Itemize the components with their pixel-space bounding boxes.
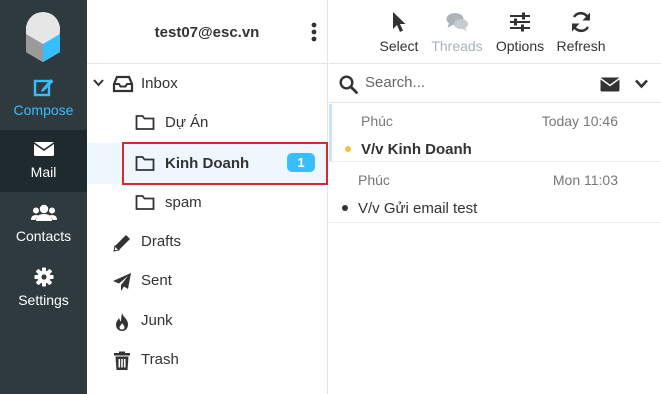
compose-icon: [33, 79, 53, 97]
search-icon[interactable]: [339, 75, 358, 94]
folder-sent[interactable]: Sent: [87, 261, 327, 300]
folder-label: Dự Án: [165, 114, 209, 131]
nav-mail[interactable]: Mail: [0, 130, 87, 192]
nav-mail-label: Mail: [30, 164, 57, 180]
chevron-down-icon[interactable]: [93, 77, 104, 88]
folder-label: Sent: [141, 272, 172, 289]
gear-icon: [34, 267, 53, 287]
nav-compose[interactable]: Compose: [0, 68, 87, 130]
folder-inbox[interactable]: Inbox: [87, 64, 327, 103]
folder-icon: [135, 115, 155, 130]
message-sender: Phúc: [358, 172, 390, 188]
message-date: Mon 11:03: [552, 172, 618, 188]
folder-panel-header: test07@esc.vn: [87, 0, 327, 64]
folder-panel: test07@esc.vn Inbox Dự Án Kinh Doanh 1 s…: [87, 0, 328, 394]
options-label: Options: [495, 38, 545, 54]
app-nav: Compose Mail Contacts Settings: [0, 0, 87, 394]
inbox-icon: [112, 75, 134, 93]
nav-settings[interactable]: Settings: [0, 258, 87, 320]
account-email: test07@esc.vn: [154, 24, 260, 41]
chat-bubbles-icon: [446, 13, 468, 32]
threads-button[interactable]: Threads: [429, 0, 485, 64]
folder-label: Inbox: [141, 75, 178, 92]
envelope-filter-icon[interactable]: [600, 77, 620, 92]
select-label: Select: [379, 38, 419, 54]
contacts-icon: [30, 204, 57, 221]
threads-label: Threads: [431, 38, 483, 54]
folder-label: spam: [165, 194, 202, 211]
nav-contacts-label: Contacts: [15, 228, 72, 244]
message-row[interactable]: Phúc Today 10:46 V/v Kinh Doanh: [329, 104, 661, 162]
folder-icon: [135, 195, 155, 210]
refresh-icon: [572, 11, 590, 33]
folder-label: Trash: [141, 351, 179, 368]
search-input[interactable]: [365, 74, 585, 91]
message-subject: V/v Gửi email test: [358, 200, 478, 217]
refresh-label: Refresh: [556, 38, 606, 54]
paper-plane-icon: [113, 273, 131, 291]
message-date: Today 10:46: [541, 113, 618, 129]
message-row[interactable]: Phúc Mon 11:03 V/v Gửi email test: [329, 163, 661, 223]
unread-indicator[interactable]: [345, 146, 351, 152]
message-sender: Phúc: [361, 113, 393, 129]
select-button[interactable]: Select: [375, 0, 423, 64]
folder-du-an[interactable]: Dự Án: [87, 103, 327, 142]
options-button[interactable]: Options: [493, 0, 547, 64]
folder-label: Junk: [141, 312, 173, 329]
nav-compose-label: Compose: [13, 102, 74, 118]
nav-settings-label: Settings: [18, 292, 69, 308]
envelope-icon: [33, 142, 54, 156]
sliders-icon: [510, 12, 530, 32]
folder-spam[interactable]: spam: [87, 183, 327, 222]
folder-drafts[interactable]: Drafts: [87, 222, 327, 261]
trash-icon: [114, 351, 130, 370]
nav-contacts[interactable]: Contacts: [0, 194, 87, 256]
message-subject: V/v Kinh Doanh: [361, 141, 472, 158]
kebab-menu-icon[interactable]: [311, 22, 317, 42]
folder-label: Drafts: [141, 233, 182, 250]
toolbar: Select Threads Options Refresh: [329, 0, 661, 64]
folder-junk[interactable]: Junk: [87, 301, 327, 340]
cursor-arrow-icon: [393, 12, 406, 32]
read-indicator[interactable]: [342, 205, 348, 211]
folder-trash[interactable]: Trash: [87, 340, 327, 379]
fire-icon: [116, 313, 128, 331]
roundcube-logo: [26, 12, 60, 62]
message-list-panel: Select Threads Options Refresh Search...…: [329, 0, 661, 394]
highlight-box: [122, 142, 328, 185]
chevron-down-icon[interactable]: [635, 79, 648, 89]
pencil-icon: [113, 235, 130, 252]
refresh-button[interactable]: Refresh: [553, 0, 609, 64]
search-bar: [329, 65, 661, 103]
